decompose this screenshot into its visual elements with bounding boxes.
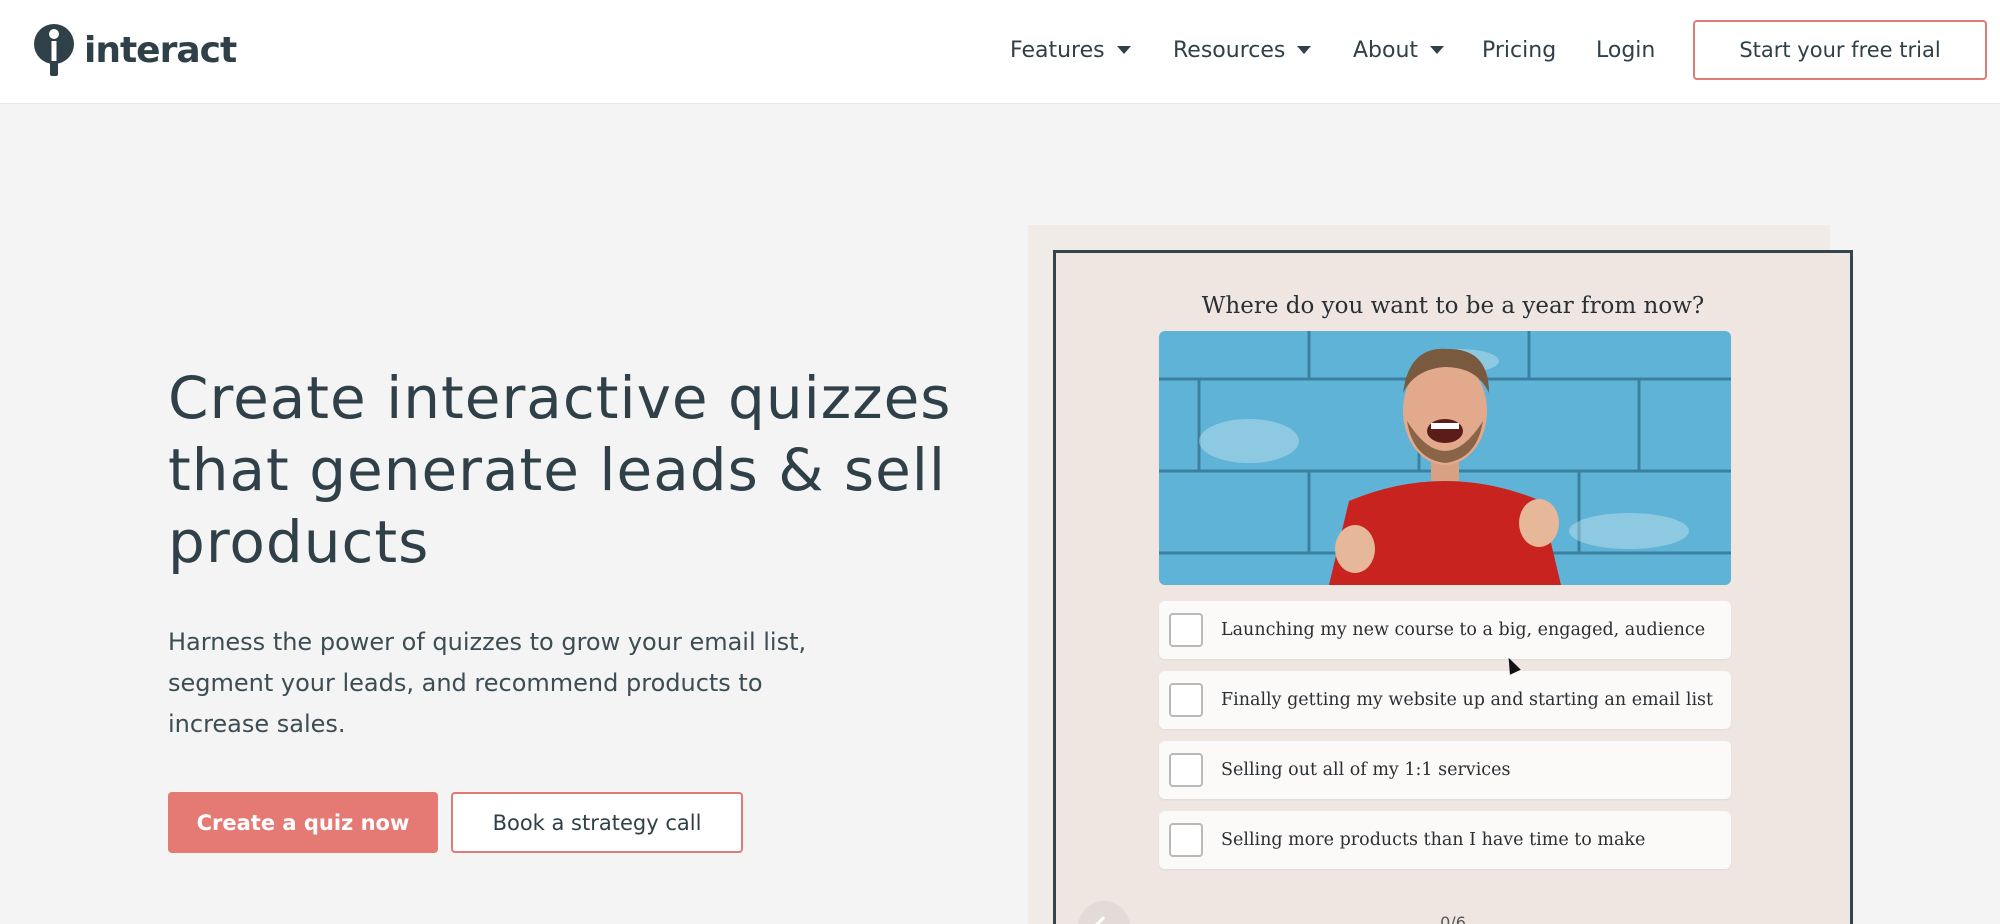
option-checkbox[interactable] xyxy=(1169,613,1203,647)
site-header: interact Features Resources About Pricin… xyxy=(0,0,2000,104)
hero-title-line: that generate leads & sell xyxy=(168,436,947,504)
nav-about-label: About xyxy=(1353,37,1419,63)
nav-login[interactable]: Login xyxy=(1596,30,1655,70)
nav-resources-label: Resources xyxy=(1173,37,1286,63)
hero-subtitle: Harness the power of quizzes to grow you… xyxy=(168,622,848,745)
hero-title: Create interactive quizzes that generate… xyxy=(168,362,1008,578)
option-label: Selling more products than I have time t… xyxy=(1221,830,1646,850)
hero-subtitle-line: increase sales. xyxy=(168,710,346,738)
quiz-option[interactable]: Finally getting my website up and starti… xyxy=(1159,671,1731,729)
option-checkbox[interactable] xyxy=(1169,753,1203,787)
option-label: Launching my new course to a big, engage… xyxy=(1221,620,1706,640)
nav-pricing-label: Pricing xyxy=(1482,37,1557,63)
nav-about[interactable]: About xyxy=(1353,30,1445,70)
nav-features[interactable]: Features xyxy=(1010,30,1131,70)
chevron-down-icon xyxy=(1116,46,1131,54)
chevron-down-icon xyxy=(1430,46,1445,54)
quiz-option[interactable]: Selling out all of my 1:1 services xyxy=(1159,741,1731,799)
nav-pricing[interactable]: Pricing xyxy=(1482,30,1556,70)
hero-title-line: products xyxy=(168,508,430,576)
option-checkbox[interactable] xyxy=(1169,683,1203,717)
hero-subtitle-line: segment your leads, and recommend produc… xyxy=(168,669,763,697)
start-free-trial-button[interactable]: Start your free trial xyxy=(1693,20,1987,80)
quiz-question: Where do you want to be a year from now? xyxy=(1201,293,1705,319)
option-label: Selling out all of my 1:1 services xyxy=(1221,760,1511,780)
chevron-down-icon xyxy=(1297,46,1312,54)
option-checkbox[interactable] xyxy=(1169,823,1203,857)
book-strategy-call-button[interactable]: Book a strategy call xyxy=(451,792,743,853)
hero-title-line: Create interactive quizzes xyxy=(168,364,952,432)
quiz-option[interactable]: Launching my new course to a big, engage… xyxy=(1159,601,1731,659)
quiz-progress: 0/6 xyxy=(1440,913,1466,924)
quiz-option[interactable]: Selling more products than I have time t… xyxy=(1159,811,1731,869)
nav-resources[interactable]: Resources xyxy=(1173,30,1312,70)
quiz-preview: Where do you want to be a year from now? xyxy=(1053,250,1853,924)
nav-login-label: Login xyxy=(1596,37,1656,63)
hero-subtitle-line: Harness the power of quizzes to grow you… xyxy=(168,628,807,656)
create-quiz-button[interactable]: Create a quiz now xyxy=(168,792,438,853)
nav-features-label: Features xyxy=(1010,37,1105,63)
option-label: Finally getting my website up and starti… xyxy=(1221,690,1714,710)
excited-man-photo xyxy=(1159,331,1731,585)
